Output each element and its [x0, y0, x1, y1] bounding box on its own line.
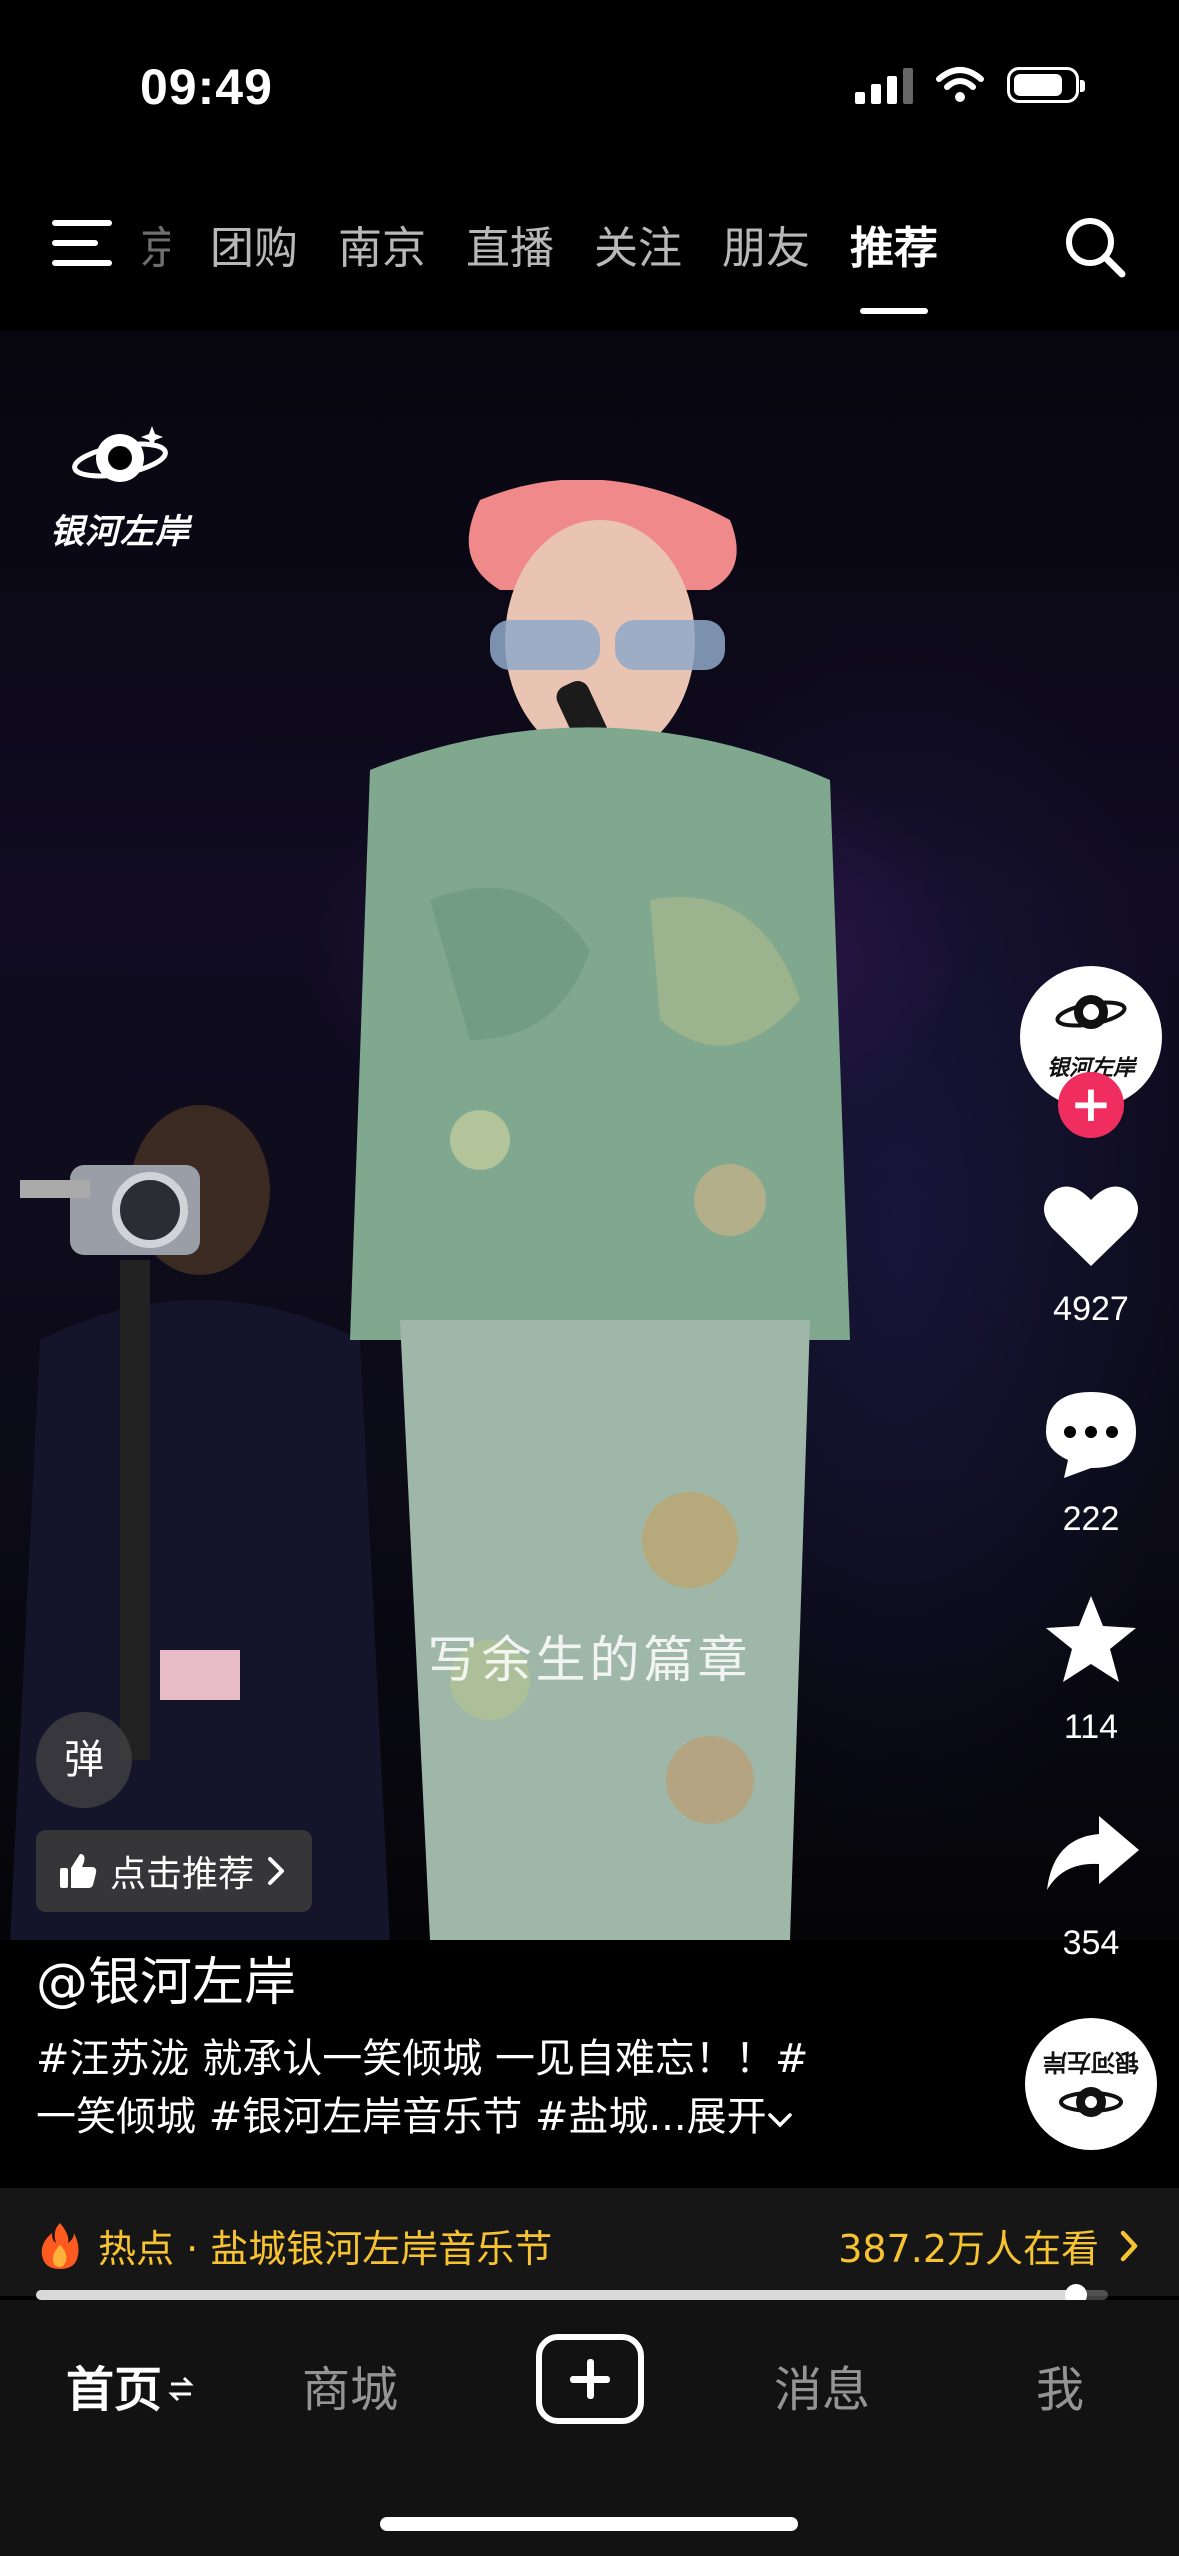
music-record[interactable]: 银河左岸 — [1025, 2018, 1157, 2150]
recommend-label: 点击推荐 — [110, 1854, 255, 1895]
top-tabs: 京 团购 南京 直播 关注 朋友 推荐 — [140, 212, 938, 314]
caption-line-2-text: 一笑倾城 #银河左岸音乐节 #盐城... — [36, 2094, 687, 2140]
create-plus-button[interactable] — [536, 2334, 644, 2424]
music-disc-icon: 银河左岸 — [1031, 2024, 1151, 2144]
comment-icon[interactable] — [1042, 1388, 1140, 1480]
favorite-count: 114 — [1063, 1708, 1119, 1746]
hot-topic-title: 热点 · 盐城银河左岸音乐节 — [40, 2218, 552, 2273]
expand-label: 展开 — [686, 2094, 767, 2140]
share-count: 354 — [1062, 1924, 1120, 1962]
tab-group-buy[interactable]: 团购 — [210, 212, 298, 276]
playback-progress[interactable] — [36, 2284, 1108, 2306]
comment-count: 222 — [1062, 1500, 1120, 1538]
hot-topic-viewers: 387.2万人在看 — [838, 2218, 1139, 2273]
progress-fill — [36, 2290, 1076, 2300]
menu-icon[interactable] — [52, 220, 112, 266]
danmaku-toggle[interactable]: 弹 — [36, 1712, 132, 1808]
performer-figure — [350, 480, 850, 1940]
tab-live[interactable]: 直播 — [466, 212, 554, 276]
nav-home-label: 首页 — [66, 2362, 163, 2418]
post-caption: #汪苏泷 就承认一笑倾城 一见自难忘！！# 一笑倾城 #银河左岸音乐节 #盐城.… — [36, 2030, 906, 2146]
tab-recommend[interactable]: 推荐 — [850, 212, 938, 314]
follow-button[interactable]: + — [1058, 1072, 1124, 1138]
recommend-button[interactable]: 点击推荐 — [36, 1830, 313, 1912]
status-time: 09:49 — [140, 59, 273, 115]
tab-following[interactable]: 关注 — [594, 212, 682, 276]
like-count: 4927 — [1053, 1290, 1129, 1328]
nav-mall[interactable]: 商城 — [302, 2350, 398, 2420]
cellular-signal-icon — [855, 66, 913, 104]
nav-me[interactable]: 我 — [1036, 2350, 1084, 2420]
watermark-label: 银河左岸 — [50, 512, 190, 552]
video-subtitle: 写余生的篇章 — [427, 1631, 752, 1689]
battery-icon — [1007, 67, 1085, 103]
favorite-star-icon[interactable] — [1042, 1594, 1140, 1686]
author-name[interactable]: @银河左岸 — [36, 1940, 296, 2015]
share-icon[interactable] — [1045, 1814, 1141, 1892]
switch-arrows-icon — [168, 2376, 194, 2402]
viewers-label: 387.2万人在看 — [838, 2227, 1099, 2271]
galaxy-logo-icon — [72, 426, 168, 482]
chevron-down-icon — [767, 2113, 792, 2128]
thumbs-up-icon — [60, 1854, 97, 1888]
expand-link[interactable]: 展开 — [687, 2094, 793, 2140]
search-icon[interactable] — [1060, 212, 1130, 282]
tab-nanjing[interactable]: 南京 — [338, 212, 426, 276]
svg-text:银河左岸: 银河左岸 — [1043, 2048, 1139, 2076]
home-indicator — [380, 2517, 798, 2531]
nav-home[interactable]: 首页 — [66, 2350, 194, 2420]
chevron-right-icon — [1120, 2230, 1138, 2261]
nav-messages[interactable]: 消息 — [774, 2350, 870, 2420]
caption-line-2: 一笑倾城 #银河左岸音乐节 #盐城...展开 — [36, 2088, 906, 2146]
caption-line-1: #汪苏泷 就承认一笑倾城 一见自难忘！！# — [36, 2036, 809, 2082]
status-icons — [855, 66, 1085, 104]
flame-icon — [41, 2222, 79, 2269]
chevron-right-icon — [268, 1857, 285, 1885]
tab-friends[interactable]: 朋友 — [722, 212, 810, 276]
tab-partial[interactable]: 京 — [140, 212, 170, 276]
hot-topic-label: 热点 · 盐城银河左岸音乐节 — [98, 2227, 553, 2271]
like-icon[interactable] — [1042, 1182, 1140, 1270]
channel-watermark: 银河左岸 — [40, 420, 200, 553]
wifi-icon — [936, 67, 984, 102]
